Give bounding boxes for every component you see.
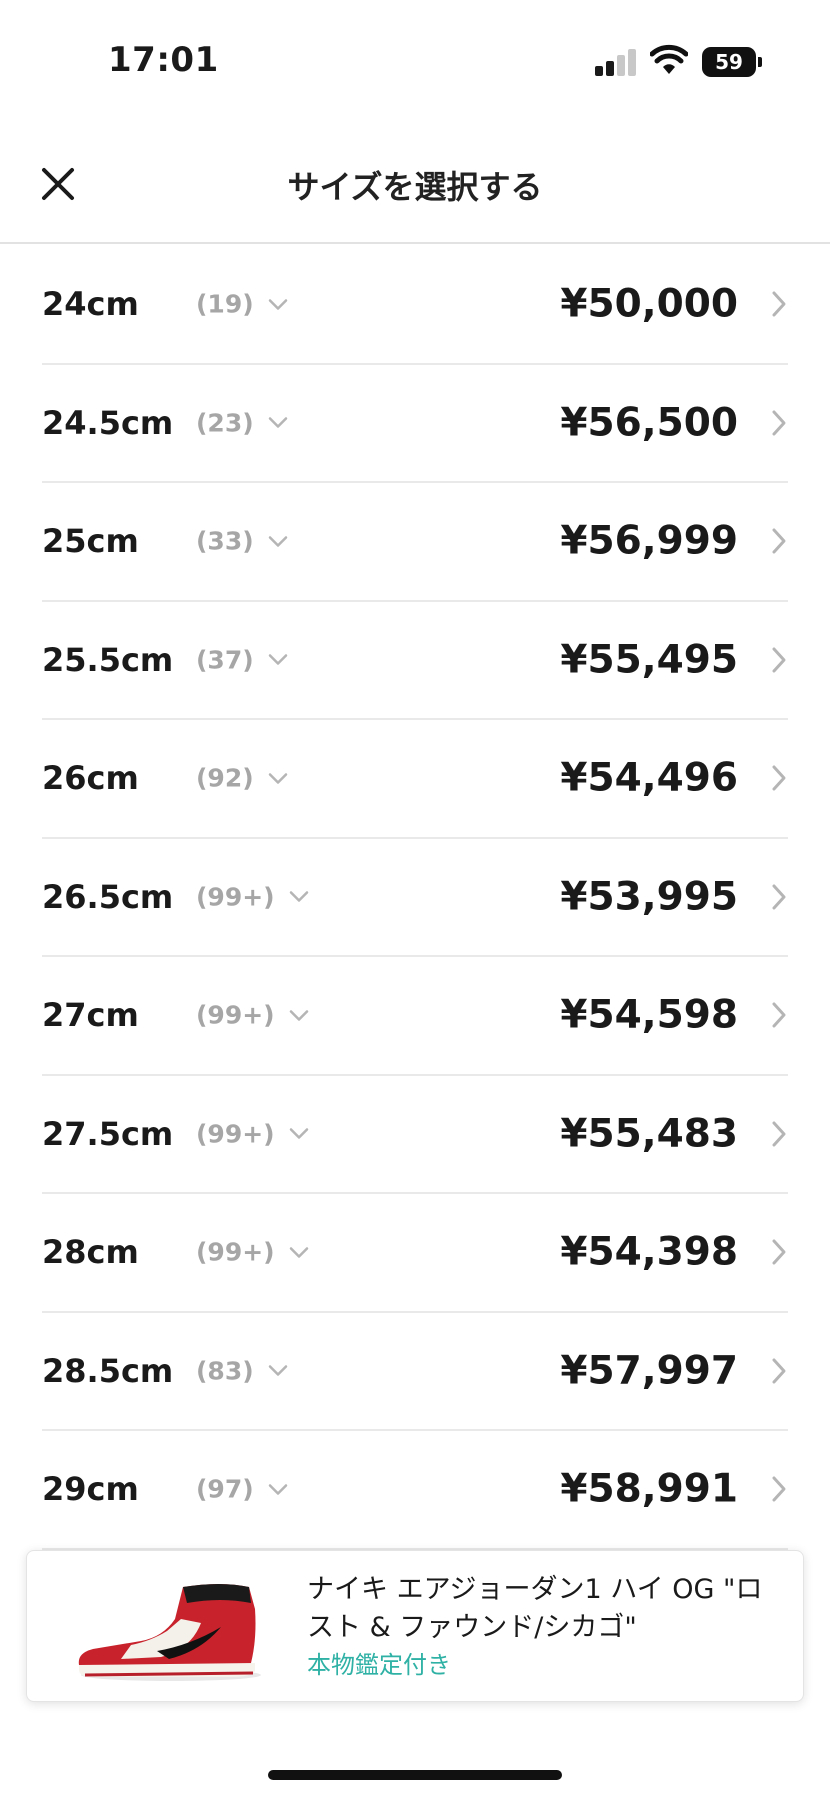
size-row[interactable]: 27cm (99+) ¥54,598: [42, 957, 788, 1076]
size-label: 26.5cm: [42, 877, 174, 916]
battery-indicator: 59: [702, 47, 762, 77]
size-row[interactable]: 24cm (19) ¥50,000: [42, 246, 788, 365]
size-list: 24cm (19) ¥50,000 24.5cm (23) ¥56,500 25cm (33)…: [0, 246, 830, 1550]
size-label: 28cm: [42, 1233, 139, 1272]
listing-count-text: (99+): [196, 1237, 275, 1267]
size-label: 24cm: [42, 285, 139, 324]
size-label: 25cm: [42, 522, 139, 561]
chevron-right-icon: [772, 647, 786, 673]
status-bar: 17:01 59: [0, 0, 830, 120]
size-row[interactable]: 29cm (97) ¥58,991: [42, 1431, 788, 1550]
home-indicator[interactable]: [268, 1770, 562, 1780]
size-price: ¥50,000: [560, 281, 738, 327]
listing-count[interactable]: (19): [196, 290, 288, 319]
size-price: ¥57,997: [560, 1348, 738, 1394]
listing-count[interactable]: (99+): [196, 1001, 309, 1030]
chevron-right-icon: [772, 765, 786, 791]
size-row[interactable]: 27.5cm (99+) ¥55,483: [42, 1076, 788, 1194]
chevron-down-icon: [268, 417, 287, 428]
listing-count-text: (92): [196, 763, 254, 793]
listing-count[interactable]: (97): [196, 1475, 288, 1504]
size-price: ¥54,598: [560, 992, 738, 1038]
size-row[interactable]: 26cm (92) ¥54,496: [42, 720, 788, 839]
chevron-down-icon: [289, 1128, 308, 1139]
status-time: 17:01: [108, 40, 219, 80]
size-price: ¥55,483: [560, 1111, 738, 1157]
listing-count-text: (99+): [196, 882, 275, 912]
listing-count-text: (99+): [196, 1000, 275, 1030]
size-row[interactable]: 24.5cm (23) ¥56,500: [42, 365, 788, 483]
listing-count[interactable]: (37): [196, 645, 288, 674]
listing-count-text: (99+): [196, 1119, 275, 1149]
listing-count[interactable]: (99+): [196, 1238, 309, 1267]
listing-count[interactable]: (83): [196, 1356, 288, 1385]
chevron-right-icon: [772, 291, 786, 317]
size-row[interactable]: 28cm (99+) ¥54,398: [42, 1194, 788, 1313]
chevron-down-icon: [289, 1010, 308, 1021]
size-price: ¥58,991: [560, 1466, 738, 1512]
listing-count-text: (33): [196, 526, 254, 556]
listing-count-text: (83): [196, 1356, 254, 1386]
size-label: 27cm: [42, 996, 139, 1035]
size-price: ¥54,398: [560, 1229, 738, 1275]
chevron-down-icon: [268, 1484, 287, 1495]
product-name: ナイキ エアジョーダン1 ハイ OG "ロスト & ファウンド/シカゴ": [307, 1574, 763, 1643]
chevron-down-icon: [268, 654, 287, 665]
chevron-right-icon: [772, 1121, 786, 1147]
size-row[interactable]: 25.5cm (37) ¥55,495: [42, 602, 788, 720]
listing-count-text: (19): [196, 289, 254, 319]
chevron-right-icon: [772, 410, 786, 436]
nav-bar: サイズを選択する: [0, 120, 830, 244]
listing-count[interactable]: (23): [196, 408, 288, 437]
size-price: ¥56,999: [560, 518, 738, 564]
size-row[interactable]: 25cm (33) ¥56,999: [42, 483, 788, 602]
size-label: 25.5cm: [42, 640, 174, 679]
listing-count-text: (23): [196, 408, 254, 438]
wifi-icon: [650, 44, 688, 74]
authenticity-tag: 本物鑑定付き: [307, 1651, 451, 1679]
size-label: 24.5cm: [42, 403, 174, 442]
listing-count-text: (37): [196, 645, 254, 675]
listing-count[interactable]: (99+): [196, 1119, 309, 1148]
listing-count-text: (97): [196, 1474, 254, 1504]
chevron-right-icon: [772, 1358, 786, 1384]
chevron-down-icon: [268, 1365, 287, 1376]
product-card[interactable]: ナイキ エアジョーダン1 ハイ OG "ロスト & ファウンド/シカゴ" 本物鑑…: [26, 1550, 804, 1702]
chevron-down-icon: [289, 891, 308, 902]
chevron-right-icon: [772, 528, 786, 554]
size-label: 28.5cm: [42, 1351, 174, 1390]
size-price: ¥55,495: [560, 637, 738, 683]
listing-count[interactable]: (92): [196, 764, 288, 793]
size-label: 26cm: [42, 759, 139, 798]
chevron-right-icon: [772, 1002, 786, 1028]
size-row[interactable]: 28.5cm (83) ¥57,997: [42, 1313, 788, 1431]
size-price: ¥53,995: [560, 874, 738, 920]
chevron-down-icon: [268, 773, 287, 784]
size-row[interactable]: 26.5cm (99+) ¥53,995: [42, 839, 788, 957]
chevron-right-icon: [772, 1476, 786, 1502]
size-price: ¥56,500: [560, 400, 738, 446]
cellular-signal-icon: [595, 48, 639, 76]
sneaker-image: [78, 1584, 261, 1681]
size-label: 27.5cm: [42, 1114, 174, 1153]
chevron-down-icon: [289, 1247, 308, 1258]
page-title: サイズを選択する: [287, 168, 543, 206]
chevron-right-icon: [772, 884, 786, 910]
listing-count[interactable]: (99+): [196, 882, 309, 911]
chevron-down-icon: [268, 299, 287, 310]
size-price: ¥54,496: [560, 755, 738, 801]
listing-count[interactable]: (33): [196, 527, 288, 556]
chevron-down-icon: [268, 536, 287, 547]
size-label: 29cm: [42, 1470, 139, 1509]
chevron-right-icon: [772, 1239, 786, 1265]
